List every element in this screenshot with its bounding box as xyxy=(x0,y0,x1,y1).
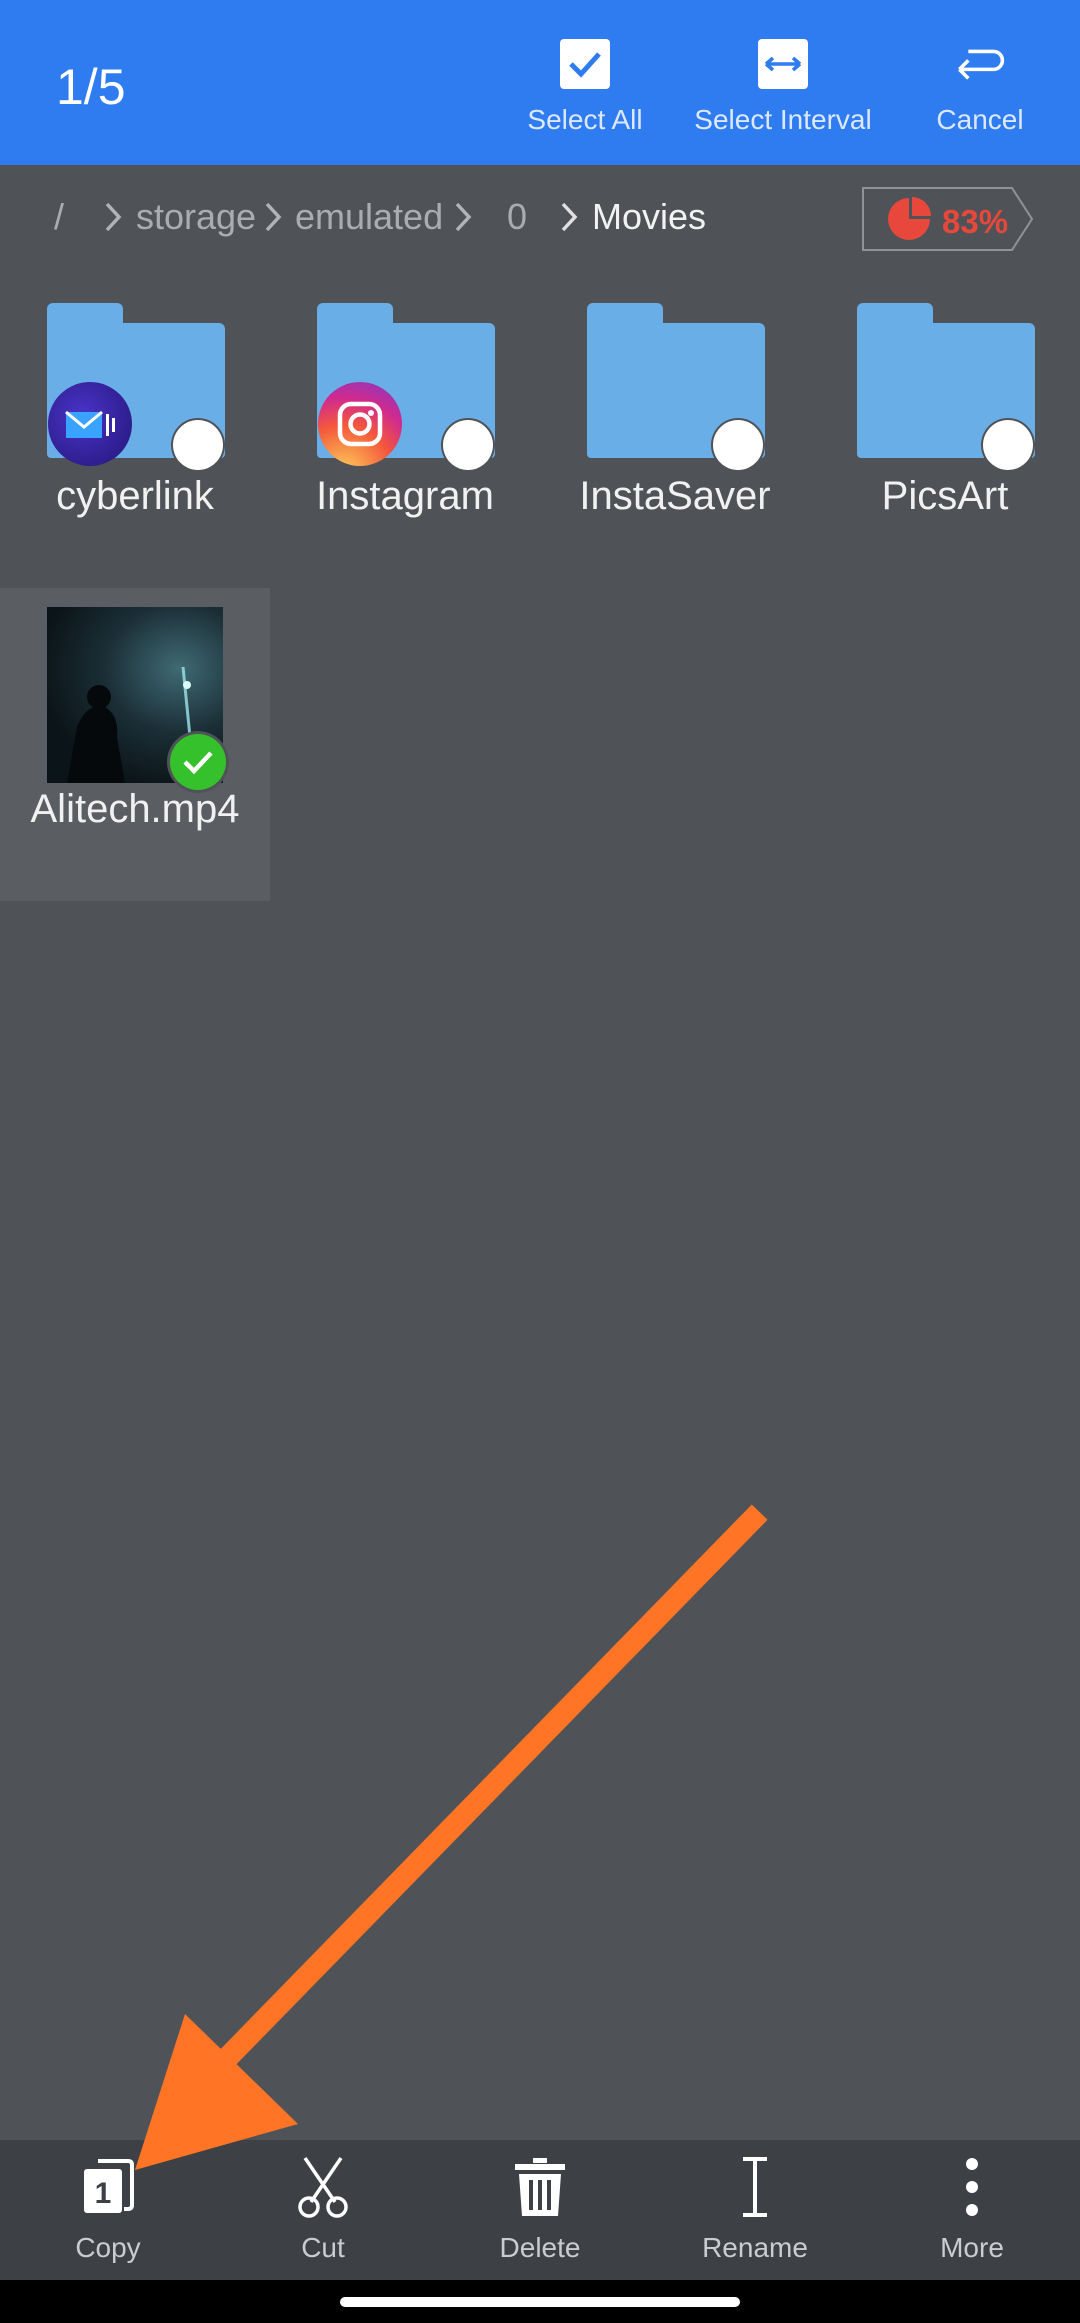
breadcrumb-item-0[interactable]: 0 xyxy=(507,196,527,238)
cut-button[interactable]: Cut xyxy=(243,2156,403,2264)
scissors-icon xyxy=(243,2156,403,2218)
pie-chart-icon xyxy=(888,197,931,240)
selected-check-icon[interactable] xyxy=(170,734,226,790)
selection-checkbox[interactable] xyxy=(713,420,763,470)
copy-button[interactable]: 1 Copy xyxy=(28,2156,188,2264)
select-all-icon xyxy=(559,38,611,90)
text-cursor-icon xyxy=(675,2156,835,2218)
cut-label: Cut xyxy=(301,2232,345,2263)
chevron-right-icon xyxy=(105,202,122,232)
breadcrumb-root[interactable]: / xyxy=(54,196,64,238)
folder-name: cyberlink xyxy=(56,474,214,518)
instagram-app-icon xyxy=(318,382,402,466)
copy-label: Copy xyxy=(75,2232,141,2263)
selection-checkbox[interactable] xyxy=(173,420,223,470)
home-indicator[interactable] xyxy=(340,2297,740,2307)
bottom-action-bar: 1 Copy Cut Delete Rename More xyxy=(0,2140,1080,2280)
rename-button[interactable]: Rename xyxy=(675,2156,835,2264)
more-label: More xyxy=(940,2232,1004,2263)
trash-icon xyxy=(460,2156,620,2218)
cancel-label: Cancel xyxy=(936,104,1024,135)
return-icon xyxy=(954,38,1006,90)
selection-toolbar: 1/5 Select All Select Interval Cancel xyxy=(0,0,1080,165)
chevron-right-icon xyxy=(561,202,578,232)
delete-button[interactable]: Delete xyxy=(460,2156,620,2264)
select-interval-button[interactable]: Select Interval xyxy=(688,38,878,136)
select-all-label: Select All xyxy=(527,104,643,135)
folder-name: Instagram xyxy=(316,474,494,518)
copy-icon-number: 1 xyxy=(95,2177,112,2210)
delete-label: Delete xyxy=(499,2232,581,2263)
storage-percent: 83% xyxy=(942,203,1009,240)
system-navigation-bar xyxy=(0,2280,1080,2323)
cancel-button[interactable]: Cancel xyxy=(920,38,1040,136)
rename-label: Rename xyxy=(702,2232,808,2263)
select-interval-icon xyxy=(757,38,809,90)
select-interval-label: Select Interval xyxy=(694,104,872,135)
folder-name: PicsArt xyxy=(881,474,1009,518)
chevron-right-icon xyxy=(265,202,282,232)
copy-icon: 1 xyxy=(28,2156,188,2218)
folder-name: InstaSaver xyxy=(579,474,771,518)
breadcrumb-item-movies[interactable]: Movies xyxy=(592,196,706,238)
file-name: Alitech.mp4 xyxy=(30,787,240,831)
chevron-right-icon xyxy=(455,202,472,232)
breadcrumb-item-emulated[interactable]: emulated xyxy=(295,196,443,238)
cyberlink-app-icon xyxy=(48,382,132,466)
select-all-button[interactable]: Select All xyxy=(520,38,650,136)
more-button[interactable]: More xyxy=(892,2156,1052,2264)
breadcrumb-item-storage[interactable]: storage xyxy=(136,196,256,238)
selection-checkbox[interactable] xyxy=(443,420,493,470)
selection-count: 1/5 xyxy=(56,59,126,115)
storage-usage-badge[interactable]: 83% xyxy=(860,185,1035,253)
selection-checkbox[interactable] xyxy=(983,420,1033,470)
more-vertical-icon xyxy=(892,2156,1052,2218)
